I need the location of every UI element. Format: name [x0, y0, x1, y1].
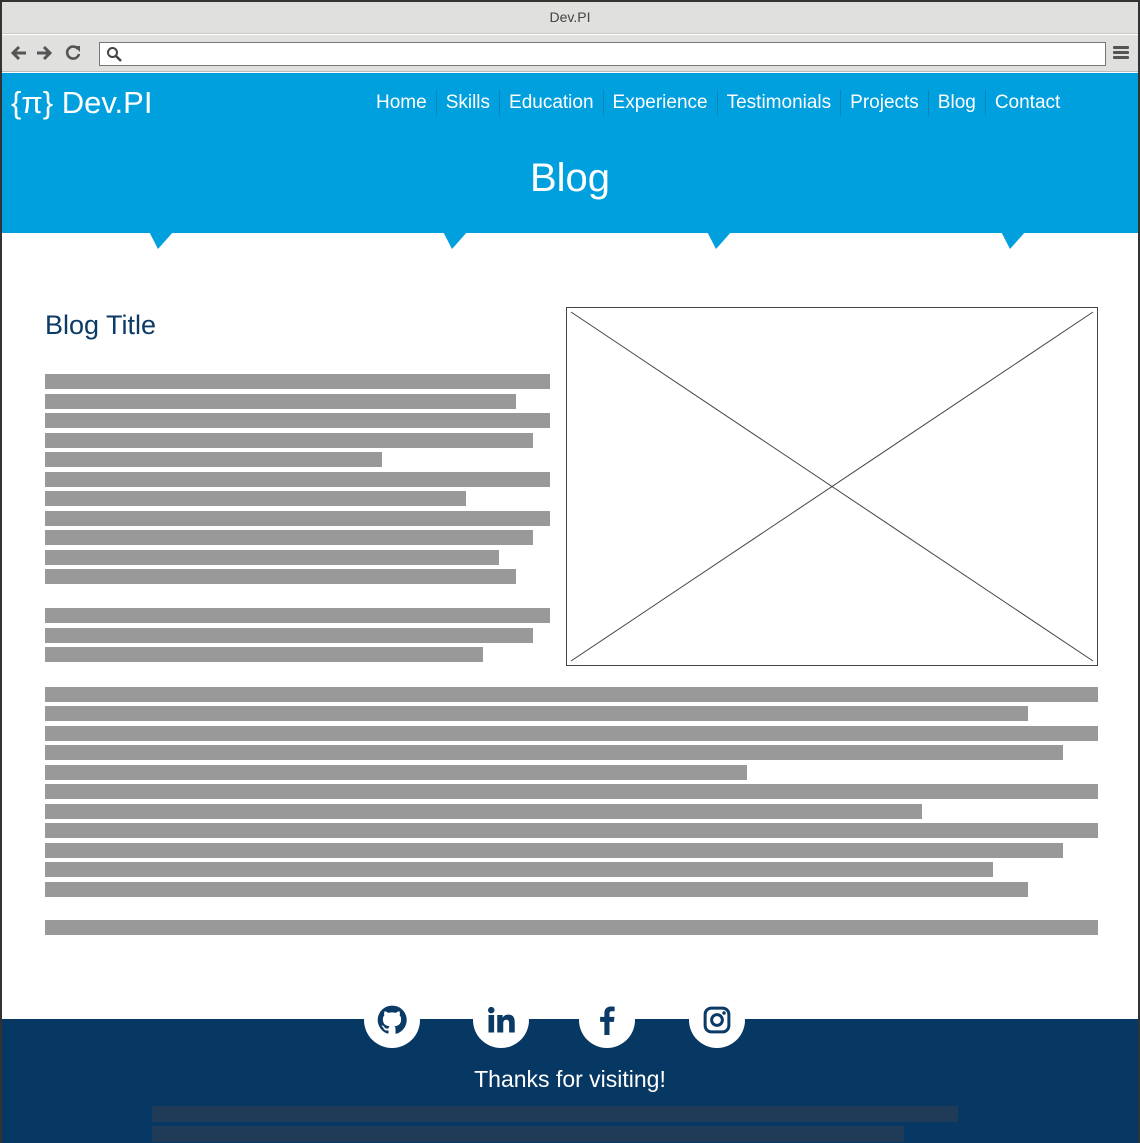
- text-line: [45, 726, 1098, 741]
- github-icon[interactable]: [364, 992, 420, 1048]
- arrow-right-icon[interactable]: [34, 43, 54, 63]
- page-title: Blog: [529, 156, 611, 200]
- browser-toolbar: [2, 35, 1138, 72]
- address-bar[interactable]: [99, 42, 1106, 66]
- nav-link-home[interactable]: Home: [367, 90, 436, 116]
- text-line: [45, 647, 483, 662]
- text-line: [152, 1106, 958, 1122]
- nav-link-skills[interactable]: Skills: [435, 90, 499, 116]
- text-line: [45, 550, 499, 565]
- nav-link-testimonials[interactable]: Testimonials: [716, 90, 841, 116]
- text-line: [45, 745, 1063, 760]
- text-line: [45, 882, 1028, 897]
- window-title: Dev.PI: [2, 2, 1138, 34]
- linkedin-icon[interactable]: [473, 992, 529, 1048]
- text-line: [45, 413, 550, 428]
- text-line: [45, 784, 1098, 799]
- text-line: [45, 472, 550, 487]
- text-line: [45, 491, 466, 506]
- instagram-icon[interactable]: [689, 992, 745, 1048]
- arrow-left-icon[interactable]: [9, 43, 29, 63]
- text-line: [45, 394, 516, 409]
- site-logo[interactable]: {π} Dev.PI: [11, 85, 152, 121]
- text-line: [45, 687, 1098, 702]
- nav-link-projects[interactable]: Projects: [840, 90, 928, 116]
- text-line: [45, 374, 550, 389]
- text-line: [45, 628, 533, 643]
- text-line: [45, 843, 1063, 858]
- text-line: [45, 804, 922, 819]
- image-placeholder: [566, 307, 1098, 666]
- text-line: [45, 765, 747, 780]
- text-line: [45, 706, 1028, 721]
- blog-title: Blog Title: [45, 310, 157, 340]
- main-nav: Home Skills Education Experience Testimo…: [367, 90, 1069, 116]
- nav-link-contact[interactable]: Contact: [984, 90, 1069, 116]
- nav-link-experience[interactable]: Experience: [602, 90, 717, 116]
- reload-icon[interactable]: [63, 43, 83, 63]
- browser-window: Dev.PI {π} Dev.PI Home Skills Education …: [0, 0, 1140, 1143]
- text-line: [45, 862, 993, 877]
- text-line: [45, 569, 516, 584]
- facebook-icon[interactable]: [579, 992, 635, 1048]
- search-icon: [106, 46, 122, 67]
- footer-thanks-text: Thanks for visiting!: [474, 1066, 666, 1092]
- text-line: [45, 608, 550, 623]
- site-header: {π} Dev.PI Home Skills Education Experie…: [2, 73, 1138, 233]
- nav-link-blog[interactable]: Blog: [927, 90, 985, 116]
- header-notch-edge: [2, 210, 1138, 249]
- text-line: [45, 530, 533, 545]
- text-line: [45, 920, 1098, 935]
- text-line: [45, 823, 1098, 838]
- text-line: [45, 452, 382, 467]
- text-line: [45, 511, 550, 526]
- text-line: [45, 433, 533, 448]
- text-line: [152, 1126, 904, 1142]
- hamburger-menu-icon[interactable]: [1113, 46, 1129, 61]
- nav-link-education[interactable]: Education: [499, 90, 603, 116]
